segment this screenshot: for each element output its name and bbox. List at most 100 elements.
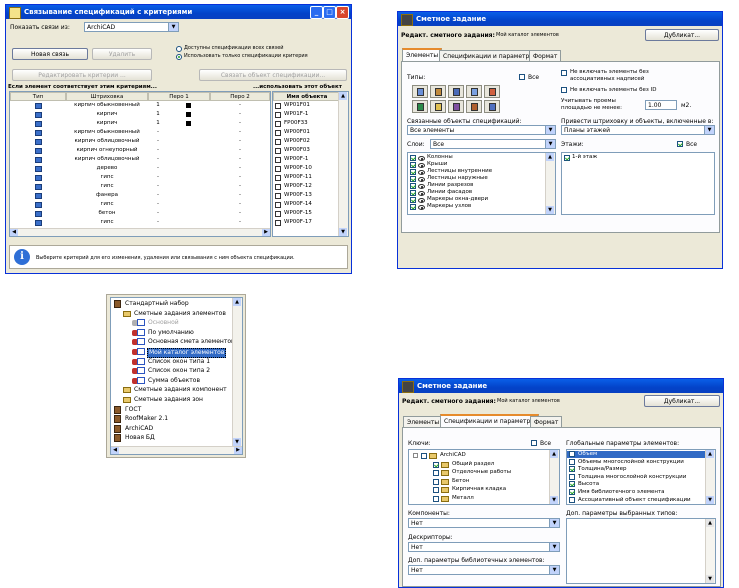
layer-checkbox[interactable] <box>410 197 416 203</box>
key-checkbox[interactable] <box>433 478 439 485</box>
object-icon[interactable] <box>430 100 446 113</box>
key-checkbox[interactable] <box>421 453 427 459</box>
tree-item[interactable]: ArchiCAD <box>124 425 154 433</box>
scroll-down-icon[interactable]: ▼ <box>550 496 558 504</box>
tree-item[interactable]: По умолчанию <box>147 329 195 337</box>
list-item[interactable]: WP00F-14 <box>273 201 340 210</box>
new-link-button[interactable]: Новая связь <box>12 48 88 60</box>
tree-item[interactable]: Список окон типа 1 <box>147 358 211 366</box>
table-row[interactable]: кирпич облицовочный - - <box>10 156 268 165</box>
list-item[interactable]: Объем <box>567 451 706 458</box>
tree-item[interactable]: Стандартный набор <box>124 300 190 308</box>
list-item[interactable]: Имя библиотечного элемента <box>567 489 706 496</box>
eye-icon[interactable] <box>418 191 425 196</box>
scroll-up-icon[interactable]: ▲ <box>706 519 714 527</box>
tree-item[interactable]: Список окон типа 2 <box>147 367 211 375</box>
table-row[interactable]: гипс - - <box>10 219 268 228</box>
keys-all-checkbox[interactable] <box>531 440 537 446</box>
slab-icon[interactable] <box>466 85 482 98</box>
vertical-scrollbar[interactable]: ▲ ▼ <box>338 92 348 236</box>
objects-table[interactable]: Имя объекта WP01F01 WP01F-1 FP00F33 WP00F01… <box>272 91 349 237</box>
col-pen1[interactable]: Перо 1 <box>148 92 210 101</box>
delete-button[interactable]: Удалить <box>92 48 152 60</box>
door-icon[interactable] <box>466 100 482 113</box>
tree-item[interactable]: Сметные задания зон <box>133 396 204 404</box>
radio-all-links[interactable] <box>176 46 182 52</box>
radio-criteria-only[interactable] <box>176 54 182 60</box>
mesh-icon[interactable] <box>412 100 428 113</box>
list-item[interactable]: FP00F33 <box>273 120 340 129</box>
table-row[interactable]: гипс - - <box>10 201 268 210</box>
horizontal-scrollbar[interactable]: ◀ ▶ <box>111 446 242 454</box>
tab-specs[interactable]: Спецификации и параметры <box>440 414 540 427</box>
scroll-up-icon[interactable]: ▲ <box>706 450 714 458</box>
scroll-right-icon[interactable]: ▶ <box>262 229 270 236</box>
scroll-left-icon[interactable]: ◀ <box>10 229 18 236</box>
eye-icon[interactable] <box>418 170 425 175</box>
list-item[interactable]: WP00F-13 <box>273 192 340 201</box>
link-object-button[interactable]: Связать объект спецификации... <box>199 69 347 81</box>
eye-icon[interactable] <box>418 198 425 203</box>
horizontal-scrollbar[interactable]: ◀ ▶ <box>10 228 270 236</box>
tab-elements[interactable]: Элементы <box>402 48 443 61</box>
criteria-table[interactable]: Тип Штриховка Перо 1 Перо 2 кирпич обыкн… <box>9 91 271 237</box>
vertical-scrollbar[interactable]: ▲ ▼ <box>705 450 715 504</box>
list-item[interactable]: WP00F-17 <box>273 219 340 228</box>
edit-criteria-button[interactable]: Редактировать критерии ... <box>12 69 152 81</box>
tree-item[interactable]: Мой каталог элементов <box>147 348 227 358</box>
duplicate-button[interactable]: Дубликат... <box>644 395 720 407</box>
duplicate-button[interactable]: Дубликат... <box>645 29 719 41</box>
layer-checkbox[interactable] <box>410 183 416 189</box>
key-checkbox[interactable] <box>433 487 439 493</box>
scroll-left-icon[interactable]: ◀ <box>111 447 119 454</box>
layer-checkbox[interactable] <box>410 155 416 161</box>
window-icon[interactable] <box>448 100 464 113</box>
global-params-list[interactable]: Объем Объемы многослойной конструкции Толщ… <box>566 449 716 505</box>
descriptors-select[interactable]: Нет ▼ <box>408 542 560 552</box>
list-item[interactable]: WP00F-1 <box>273 156 340 165</box>
layer-checkbox[interactable] <box>410 190 416 196</box>
tree-item[interactable]: RoofMaker 2.1 <box>124 415 169 423</box>
param-checkbox[interactable] <box>569 481 575 488</box>
table-row[interactable]: кирпич облицовочный - - <box>10 138 268 147</box>
scroll-up-icon[interactable]: ▲ <box>233 298 241 306</box>
list-item[interactable]: WP00F03 <box>273 147 340 156</box>
tree-item[interactable]: Новая БД <box>124 434 156 442</box>
list-item[interactable]: WP00F-10 <box>273 165 340 174</box>
col-pen2[interactable]: Перо 2 <box>210 92 270 101</box>
tree-item[interactable]: ГОСТ <box>124 406 142 414</box>
floor-checkbox[interactable] <box>564 155 570 161</box>
list-item[interactable]: WP00F-15 <box>273 210 340 219</box>
scroll-up-icon[interactable]: ▲ <box>339 92 347 100</box>
col-type[interactable]: Тип <box>10 92 66 101</box>
table-row[interactable]: гипс - - <box>10 183 268 192</box>
scroll-right-icon[interactable]: ▶ <box>234 447 242 454</box>
types-all-checkbox[interactable] <box>519 74 525 80</box>
tab-format[interactable]: Формат <box>529 50 562 61</box>
col-hatch[interactable]: Штриховка <box>66 92 148 101</box>
close-button[interactable]: × <box>336 6 349 19</box>
scroll-down-icon[interactable]: ▼ <box>339 228 347 236</box>
tab-elements[interactable]: Элементы <box>403 416 444 427</box>
minimize-button[interactable]: _ <box>310 6 323 19</box>
components-select[interactable]: Нет ▼ <box>408 518 560 528</box>
tree-item[interactable]: Основная смета элементов <box>147 338 236 346</box>
vertical-scrollbar[interactable]: ▲ ▼ <box>705 519 715 583</box>
key-checkbox[interactable] <box>433 495 439 502</box>
list-item[interactable]: WP00F02 <box>273 138 340 147</box>
list-item[interactable]: WP01F01 <box>273 102 340 111</box>
layer-checkbox[interactable] <box>410 169 416 175</box>
table-row[interactable]: кирпич обыкновенный 1 - <box>10 102 268 111</box>
openings-field[interactable]: 1.00 <box>645 100 677 110</box>
tree-item[interactable]: Сметные задания компонент <box>133 386 228 394</box>
link-from-select[interactable]: ArchiCAD ▼ <box>84 22 179 32</box>
floors-all-checkbox[interactable] <box>677 141 683 147</box>
add-params-list[interactable]: ▲ ▼ <box>566 518 716 584</box>
eye-icon[interactable] <box>418 205 425 210</box>
beam-icon[interactable] <box>430 85 446 98</box>
key-checkbox[interactable] <box>433 470 439 476</box>
param-checkbox[interactable] <box>569 451 575 457</box>
tree-item[interactable]: Основной <box>147 319 180 327</box>
tree-item[interactable]: Сметные задания элементов <box>133 310 227 318</box>
param-checkbox[interactable] <box>569 496 575 503</box>
